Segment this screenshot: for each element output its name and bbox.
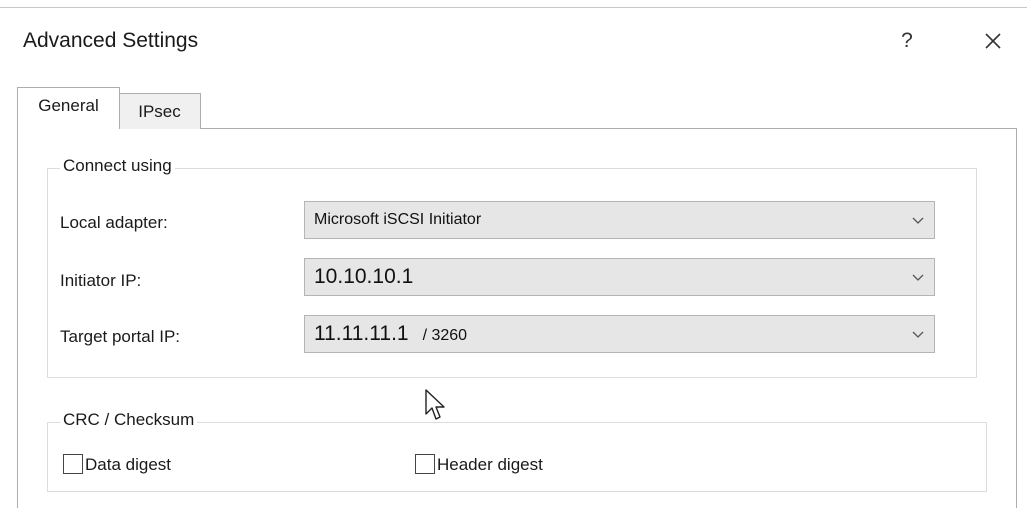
chevron-down-icon — [912, 217, 924, 224]
target-portal-ip-dropdown[interactable]: 11.11.11.1 / 3260 — [304, 315, 935, 353]
target-portal-ip-value: 11.11.11.1 — [314, 322, 409, 345]
data-digest-label[interactable]: Data digest — [85, 455, 171, 475]
advanced-settings-dialog: Advanced Settings ? General IPsec Connec… — [0, 0, 1027, 508]
header-digest-label[interactable]: Header digest — [437, 455, 543, 475]
local-adapter-dropdown[interactable]: Microsoft iSCSI Initiator — [304, 201, 935, 239]
connect-using-legend: Connect using — [60, 156, 175, 176]
dialog-title: Advanced Settings — [23, 29, 199, 52]
tab-general[interactable]: General — [17, 87, 120, 129]
close-icon — [985, 33, 1001, 49]
initiator-ip-dropdown[interactable]: 10.10.10.1 — [304, 258, 935, 296]
close-button[interactable] — [978, 26, 1008, 56]
local-adapter-label: Local adapter: — [60, 213, 168, 232]
initiator-ip-value: 10.10.10.1 — [314, 265, 414, 288]
chevron-down-icon — [912, 331, 924, 338]
header-digest-checkbox[interactable] — [415, 454, 435, 474]
chevron-down-icon — [912, 274, 924, 281]
crc-checksum-legend: CRC / Checksum — [60, 410, 198, 430]
target-portal-ip-value-wrap: 11.11.11.1 / 3260 — [314, 316, 467, 352]
local-adapter-value: Microsoft iSCSI Initiator — [314, 211, 482, 228]
initiator-ip-label: Initiator IP: — [60, 271, 142, 290]
mouse-pointer-icon — [425, 389, 445, 420]
tab-ipsec[interactable]: IPsec — [119, 93, 201, 129]
target-portal-port: / 3260 — [422, 327, 468, 344]
help-button[interactable]: ? — [895, 26, 919, 56]
window-top-border — [0, 7, 1027, 8]
target-portal-ip-label: Target portal IP: — [60, 327, 181, 346]
data-digest-checkbox[interactable] — [63, 454, 83, 474]
